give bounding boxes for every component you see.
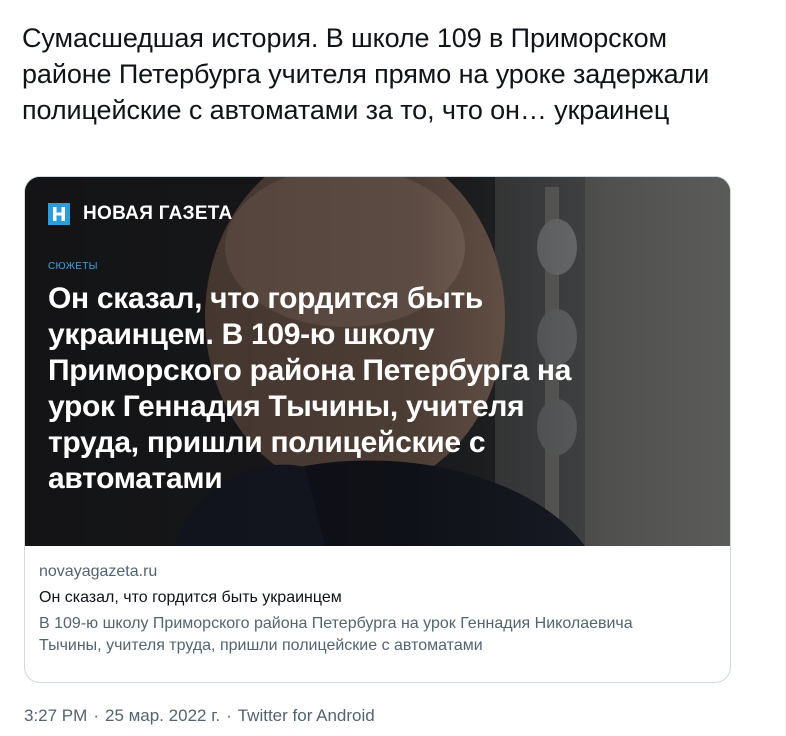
tweet-source-link[interactable]: Twitter for Android <box>238 705 375 727</box>
brand-logo: НОВАЯ ГАЗЕТА <box>48 203 233 225</box>
brand-name: НОВАЯ ГАЗЕТА <box>83 203 233 224</box>
card-description: В 109-ю школу Приморского района Петербу… <box>39 615 633 654</box>
card-title: Он сказал, что гордится быть украинцем <box>39 589 342 606</box>
footer-separator: · <box>93 706 99 725</box>
section-label: СЮЖЕТЫ <box>48 261 98 272</box>
card-image[interactable]: НОВАЯ ГАЗЕТА СЮЖЕТЫ Он сказал, что горди… <box>25 177 730 546</box>
footer-separator: · <box>226 706 232 725</box>
link-preview-card[interactable]: НОВАЯ ГАЗЕТА СЮЖЕТЫ Он сказал, что горди… <box>24 176 731 683</box>
tweet-timestamp-date[interactable]: 25 мар. 2022 г. <box>105 705 220 727</box>
novaya-gazeta-logo-icon <box>48 203 70 225</box>
image-headline: Он сказал, что гордится быть украинцем. … <box>48 282 572 495</box>
tweet-footer: 3:27 PM · 25 мар. 2022 г. · Twitter for … <box>24 705 375 727</box>
card-meta: novayagazeta.ru Он сказал, что гордится … <box>25 546 730 657</box>
tweet-text: Сумасшедшая история. В школе 109 в Примо… <box>22 23 710 125</box>
tweet-timestamp-time[interactable]: 3:27 PM <box>24 705 87 727</box>
card-domain: novayagazeta.ru <box>39 563 158 580</box>
